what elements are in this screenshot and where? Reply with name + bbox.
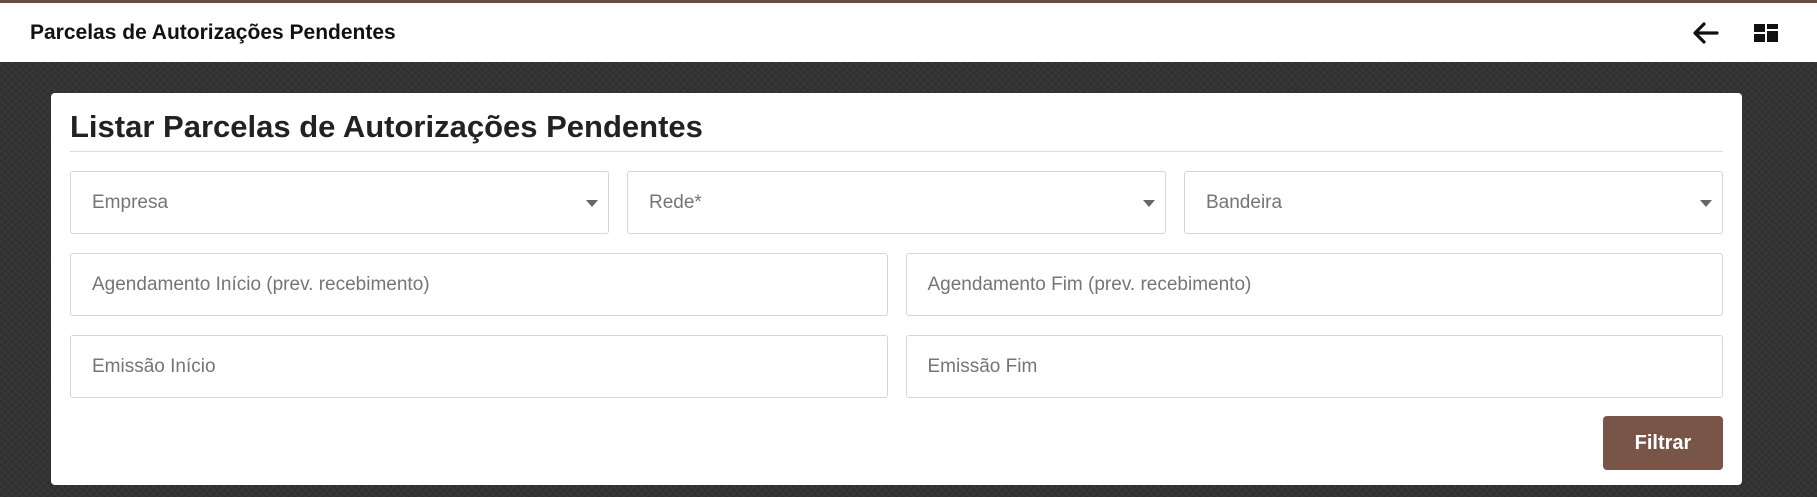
arrow-left-icon: [1693, 21, 1719, 44]
bandeira-select[interactable]: Bandeira: [1184, 171, 1723, 234]
agendamento-row: Agendamento Início (prev. recebimento) A…: [70, 253, 1723, 316]
filter-button[interactable]: Filtrar: [1603, 416, 1723, 470]
agendamento-inicio-placeholder: Agendamento Início (prev. recebimento): [92, 273, 430, 295]
emissao-inicio-placeholder: Emissão Início: [92, 355, 216, 377]
emissao-fim-input[interactable]: Emissão Fim: [905, 335, 1723, 398]
agendamento-fim-placeholder: Agendamento Fim (prev. recebimento): [927, 273, 1252, 295]
caret-down-icon: [1143, 199, 1155, 207]
emissao-row: Emissão Início Emissão Fim: [70, 335, 1723, 398]
top-bar: Parcelas de Autorizações Pendentes: [0, 0, 1817, 62]
form-title: Listar Parcelas de Autorizações Pendente…: [70, 93, 1723, 152]
emissao-inicio-input[interactable]: Emissão Início: [70, 335, 888, 398]
dashboard-grid-icon: [1754, 23, 1778, 42]
caret-down-icon: [1700, 199, 1712, 207]
top-bar-actions: [1691, 18, 1787, 48]
select-row: Empresa Rede* Bandeira: [70, 171, 1723, 234]
bandeira-placeholder: Bandeira: [1206, 191, 1283, 213]
filter-card: Listar Parcelas de Autorizações Pendente…: [51, 93, 1742, 485]
empresa-placeholder: Empresa: [92, 191, 169, 213]
back-button[interactable]: [1691, 18, 1721, 48]
button-row: Filtrar: [70, 416, 1723, 470]
dashboard-button[interactable]: [1751, 18, 1781, 48]
rede-placeholder: Rede*: [649, 191, 702, 213]
agendamento-fim-input[interactable]: Agendamento Fim (prev. recebimento): [905, 253, 1723, 316]
rede-select[interactable]: Rede*: [627, 171, 1166, 234]
emissao-fim-placeholder: Emissão Fim: [927, 355, 1038, 377]
empresa-select[interactable]: Empresa: [70, 171, 609, 234]
agendamento-inicio-input[interactable]: Agendamento Início (prev. recebimento): [70, 253, 888, 316]
page-title: Parcelas de Autorizações Pendentes: [30, 20, 396, 44]
caret-down-icon: [586, 199, 598, 207]
